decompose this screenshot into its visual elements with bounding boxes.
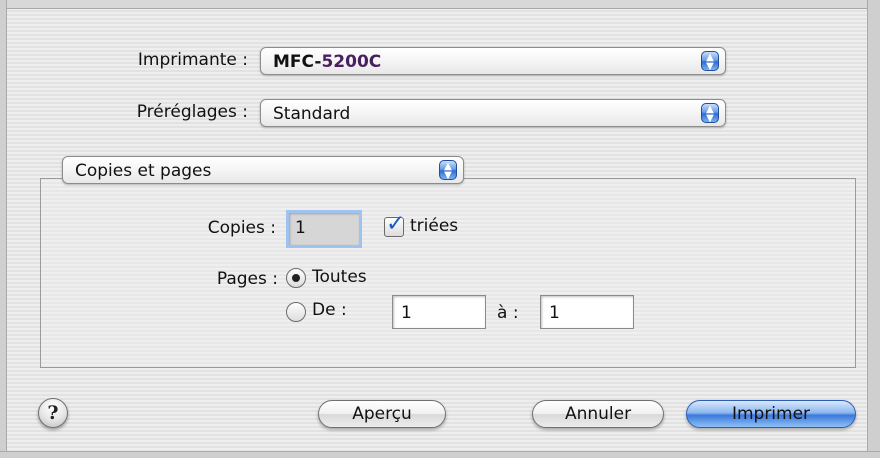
printer-value: MFC-5200C — [273, 52, 381, 72]
up-down-arrows-icon: ▲ ▼ — [701, 103, 719, 124]
options-group-box — [40, 178, 856, 368]
window-top-border — [0, 0, 880, 9]
printer-model-prefix: MFC- — [273, 52, 322, 72]
checkmark-icon: ✓ — [386, 211, 406, 237]
printer-model-number: 5200C — [321, 52, 382, 72]
pages-to-field[interactable]: 1 — [540, 295, 634, 329]
cancel-button[interactable]: Annuler — [532, 400, 664, 428]
up-down-arrows-icon: ▲ ▼ — [439, 160, 457, 181]
panel-value: Copies et pages — [75, 161, 212, 181]
pages-from-label: De : — [312, 300, 347, 320]
pages-to-label: à : — [497, 303, 519, 323]
print-button[interactable]: Imprimer — [686, 400, 856, 428]
collate-checkbox[interactable]: ✓ — [384, 211, 405, 237]
pages-all-label: Toutes — [312, 267, 367, 287]
printer-label: Imprimante : — [137, 50, 248, 70]
window-bottom-border — [0, 451, 880, 458]
printer-popup[interactable]: MFC-5200C ▲ ▼ — [260, 47, 726, 75]
help-button[interactable]: ? — [38, 398, 68, 428]
pages-label: Pages : — [216, 269, 278, 289]
presets-label: Préréglages : — [136, 102, 248, 122]
window-right-border — [867, 0, 880, 458]
pages-from-field[interactable]: 1 — [392, 295, 486, 329]
copies-field[interactable]: 1 — [286, 210, 362, 248]
up-down-arrows-icon: ▲ ▼ — [701, 51, 719, 72]
presets-value: Standard — [273, 104, 351, 124]
preview-button[interactable]: Aperçu — [318, 400, 446, 428]
pages-range-radio[interactable] — [286, 302, 306, 322]
collate-label: triées — [410, 216, 459, 236]
pages-all-radio[interactable] — [286, 268, 306, 288]
radio-dot-icon — [292, 274, 300, 282]
window-left-border — [0, 0, 7, 458]
presets-popup[interactable]: Standard ▲ ▼ — [260, 99, 726, 127]
copies-label: Copies : — [207, 218, 276, 238]
panel-popup[interactable]: Copies et pages ▲ ▼ — [62, 156, 464, 184]
